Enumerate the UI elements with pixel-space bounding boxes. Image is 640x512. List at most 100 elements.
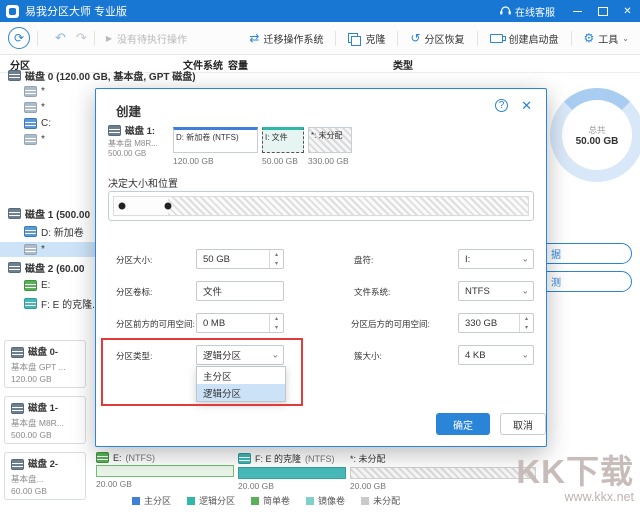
partition-icon [24,244,37,255]
help-button[interactable]: ? [495,99,508,112]
tools-button[interactable]: ⚙ 工具 ⌄ [579,31,634,46]
partition-icon [238,453,251,464]
divider [570,30,572,46]
legend-item-primary: 主分区 [132,494,171,507]
disk-card-2[interactable]: 磁盘 2- 基本盘... 60.00 GB [4,452,86,500]
space-after-stepper[interactable]: ▴ ▾ [519,314,533,332]
block-size: 330.00 GB [308,156,349,166]
create-dialog: 创建 ? ✕ 磁盘 1: 基本盘 M8R... 500.00 GB D: 新加卷… [95,88,547,447]
partition-icon [24,226,37,237]
legend-label: 未分配 [373,496,401,506]
spinner-up-icon[interactable]: ▴ [520,314,533,323]
drive-letter-select[interactable]: I: ⌄ [458,249,534,269]
partition-icon [24,280,37,291]
dialog-close-button[interactable]: ✕ [521,98,532,114]
file-system-label: 文件系统: [354,287,391,297]
disk-icon [8,262,21,273]
clone-label: 克隆 [365,34,386,46]
online-support-button[interactable]: 在线客服 [490,0,565,22]
undo-button[interactable]: ↶ [55,30,66,46]
size-slider[interactable] [108,191,534,221]
tree-item-c-drive[interactable]: C: [0,116,95,131]
migrate-os-button[interactable]: ⇄ 迁移操作系统 [244,31,328,46]
redo-button[interactable]: ↷ [76,30,87,46]
partition-bar [96,465,234,477]
tree-item-label: * [41,244,45,255]
map-block-e-drive[interactable]: E: (NTFS) 20.00 GB [96,452,234,492]
app-logo-icon [6,4,19,18]
donut-value: 50.00 GB [575,135,619,147]
spinner-up-icon[interactable]: ▴ [270,314,283,323]
spinner-down-icon[interactable]: ▾ [270,259,283,268]
partition-icon [24,134,37,145]
tree-item-partition[interactable]: * [0,132,95,147]
tree-item-label: * [41,134,45,145]
disk-card-desc: 基本盘... [11,473,44,484]
partition-block-d[interactable]: D: 新加卷 (NTFS) [173,127,258,153]
tree-item-f-drive[interactable]: F: E 的克隆... [0,296,95,311]
volume-label-value: 文件 [203,287,223,298]
divider [93,30,95,46]
space-before-input[interactable]: 0 MB ▴ ▾ [196,313,284,333]
spinner-down-icon[interactable]: ▾ [270,323,283,332]
migrate-os-icon: ⇄ [249,31,260,45]
disk0-group-row[interactable]: 磁盘 0 (120.00 GB, 基本盘, GPT 磁盘) [0,68,300,83]
partition-type-select[interactable]: 逻辑分区 ⌄ [196,345,284,365]
tree-item-partition[interactable]: * [0,100,95,115]
slider-handle-left[interactable] [118,202,126,210]
map-block-unallocated[interactable]: *: 未分配 20.00 GB [350,452,536,492]
minimize-icon [573,10,582,12]
tree-item-partition[interactable]: * [0,84,95,99]
headset-icon [500,6,511,15]
spinner-up-icon[interactable]: ▴ [270,250,283,259]
partition-recovery-label: 分区恢复 [424,34,465,46]
tree-item-unallocated-selected[interactable]: * [0,242,95,257]
disk0-label: 磁盘 0 (120.00 GB, 基本盘, GPT 磁盘) [25,72,196,83]
slider-handle-right[interactable] [164,202,172,210]
execute-icon: ▶ [105,33,112,43]
minimize-button[interactable] [565,0,590,22]
block-size: 120.00 GB [173,156,214,166]
partition-size-input[interactable]: 50 GB ▴ ▾ [196,249,284,269]
ok-button[interactable]: 确定 [436,413,490,435]
disk2-group-row[interactable]: 磁盘 2 (60.00 [0,260,95,275]
partition-icon [24,102,37,113]
partition-block-new[interactable]: I: 文件 [262,127,304,153]
option-primary-partition[interactable]: 主分区 [197,367,285,384]
cluster-size-value: 4 KB [465,349,486,361]
file-system-select[interactable]: NTFS ⌄ [458,281,534,301]
disk-card-desc: 基本盘 M8R... [11,417,64,428]
refresh-button[interactable]: ⟳ [8,27,30,49]
cluster-size-select[interactable]: 4 KB ⌄ [458,345,534,365]
legend-label: 镜像卷 [318,496,346,506]
toolbar-actions: ⇄ 迁移操作系统 克隆 ↺ 分区恢复 创建启动盘 ⚙ 工具 ⌄ [244,30,634,46]
disk2-label: 磁盘 2 (60.00 [25,264,85,275]
volume-label-input[interactable]: 文件 [196,281,284,301]
disk-card-0[interactable]: 磁盘 0- 基本盘 GPT ... 120.00 GB [4,340,86,388]
disk1-group-row[interactable]: 磁盘 1 (500.00 [0,206,95,221]
disk-card-1[interactable]: 磁盘 1- 基本盘 M8R... 500.00 GB [4,396,86,444]
col-type[interactable]: 类型 [393,57,413,72]
partition-recovery-button[interactable]: ↺ 分区恢复 [405,31,469,46]
partition-size-stepper[interactable]: ▴ ▾ [269,250,283,268]
spinner-down-icon[interactable]: ▾ [520,323,533,332]
disk-card-size: 500.00 GB [11,430,52,441]
space-after-value: 330 GB [465,317,498,329]
tree-item-d-drive[interactable]: D: 新加卷 [0,224,95,239]
option-logical-partition[interactable]: 逻辑分区 [197,384,285,401]
partition-block-unallocated[interactable]: *: 未分配 [308,127,352,153]
online-support-label: 在线客服 [515,7,555,19]
tree-item-e-drive[interactable]: E: [0,278,95,293]
space-after-input[interactable]: 330 GB ▴ ▾ [458,313,534,333]
cancel-button[interactable]: 取消 [500,413,546,435]
close-button[interactable]: ✕ [615,0,640,22]
pending-operations: ▶ 没有待执行操作 [106,31,187,46]
migrate-os-label: 迁移操作系统 [263,34,324,46]
legend-swatch [251,496,260,505]
data-action-label: 据 [551,250,561,261]
space-before-stepper[interactable]: ▴ ▾ [269,314,283,332]
map-block-f-drive[interactable]: F: E 的克隆 (NTFS) 20.00 GB [238,452,346,492]
bootable-disk-button[interactable]: 创建启动盘 [485,31,564,46]
clone-button[interactable]: 克隆 [343,31,390,46]
maximize-button[interactable] [590,0,615,22]
